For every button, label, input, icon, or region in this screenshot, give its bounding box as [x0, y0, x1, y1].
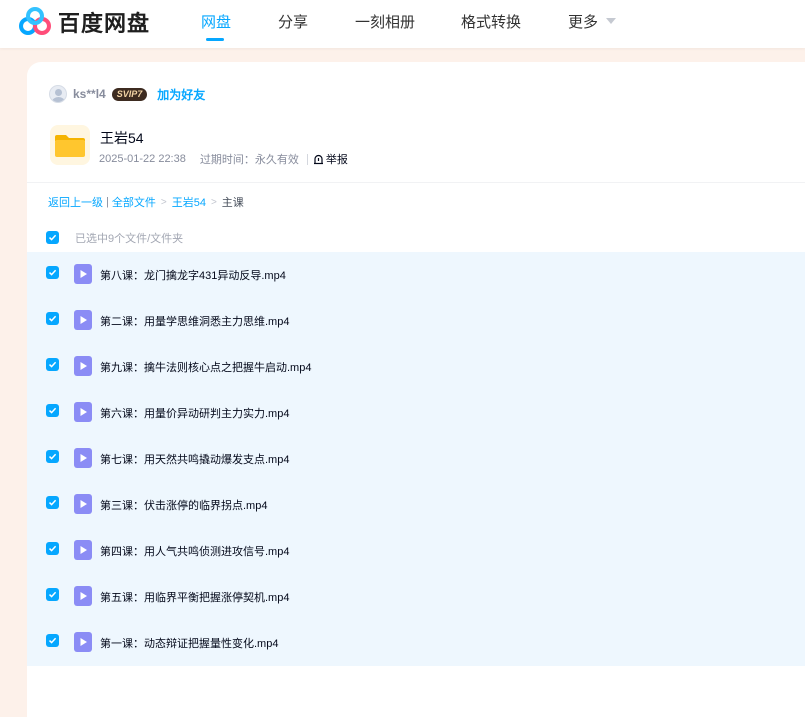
file-name[interactable]: 第九课：擒牛法则核心点之把握牛启动.mp4	[100, 359, 311, 375]
file-row[interactable]: 第七课：用天然共鸣撬动爆发支点.mp4	[27, 436, 805, 482]
breadcrumb-all-files[interactable]: 全部文件	[112, 194, 156, 210]
folder-icon	[49, 124, 91, 166]
check-icon	[48, 315, 57, 322]
video-file-icon	[74, 264, 92, 284]
file-row[interactable]: 第二课：用量学思维洞悉主力思维.mp4	[27, 298, 805, 344]
file-row[interactable]: 第四课：用人气共鸣侦测进攻信号.mp4	[27, 528, 805, 574]
file-name[interactable]: 第二课：用量学思维洞悉主力思维.mp4	[100, 313, 289, 329]
breadcrumb-folder[interactable]: 王岩54	[172, 194, 206, 210]
video-file-icon	[74, 310, 92, 330]
check-icon	[48, 499, 57, 506]
file-row[interactable]: 第九课：擒牛法则核心点之把握牛启动.mp4	[27, 344, 805, 390]
check-icon	[48, 234, 57, 241]
nav-tab-format-convert[interactable]: 格式转换	[461, 11, 521, 32]
file-checkbox[interactable]	[46, 634, 59, 647]
file-name[interactable]: 第四课：用人气共鸣侦测进攻信号.mp4	[100, 543, 289, 559]
video-file-icon	[74, 586, 92, 606]
nav-tab-album[interactable]: 一刻相册	[355, 11, 415, 32]
file-checkbox[interactable]	[46, 588, 59, 601]
check-icon	[48, 591, 57, 598]
report-label: 举报	[325, 154, 348, 166]
folder-meta: 2025-01-22 22:38 过期时间：永久有效 举报	[99, 151, 348, 167]
brand-logo[interactable]: 百度网盘	[18, 6, 150, 38]
file-checkbox[interactable]	[46, 312, 59, 325]
file-checkbox[interactable]	[46, 542, 59, 555]
nav-tab-more[interactable]: 更多	[568, 11, 598, 32]
file-checkbox[interactable]	[46, 450, 59, 463]
chevron-down-icon[interactable]	[606, 18, 616, 24]
video-file-icon	[74, 402, 92, 422]
select-all-row: 已选中9个文件/文件夹	[27, 226, 805, 248]
video-file-icon	[74, 494, 92, 514]
file-name[interactable]: 第八课：龙门擒龙字431异动反导.mp4	[100, 267, 286, 283]
sharer-info: ks**l4 SVIP7 加为好友	[49, 84, 205, 104]
breadcrumb-current: 主课	[221, 197, 244, 209]
meta-divider	[306, 153, 308, 165]
chevron-right-icon: >	[210, 196, 217, 208]
nav-tab-netdisk[interactable]: 网盘	[201, 11, 231, 32]
top-navigation: 百度网盘 网盘 分享 一刻相册 格式转换 更多	[0, 0, 805, 48]
report-link[interactable]: 举报	[313, 151, 348, 167]
sharer-username: ks**l4	[73, 87, 106, 101]
share-panel: ks**l4 SVIP7 加为好友 王岩54 2025-01-22 22:38 …	[27, 62, 805, 717]
selection-count: 已选中9个文件/文件夹	[75, 233, 184, 245]
cloud-logo-icon	[18, 7, 52, 37]
select-all-checkbox[interactable]	[46, 231, 59, 244]
avatar[interactable]	[49, 85, 67, 103]
file-row[interactable]: 第八课：龙门擒龙字431异动反导.mp4	[27, 252, 805, 298]
check-icon	[48, 361, 57, 368]
file-checkbox[interactable]	[46, 266, 59, 279]
file-row[interactable]: 第五课：用临界平衡把握涨停契机.mp4	[27, 574, 805, 620]
vip-badge: SVIP7	[111, 87, 148, 101]
check-icon	[48, 453, 57, 460]
expire-time: 过期时间：永久有效	[199, 154, 299, 166]
video-file-icon	[74, 448, 92, 468]
file-name[interactable]: 第五课：用临界平衡把握涨停契机.mp4	[100, 589, 289, 605]
file-name[interactable]: 第三课：伏击涨停的临界拐点.mp4	[100, 497, 267, 513]
add-friend-link[interactable]: 加为好友	[157, 86, 205, 103]
video-file-icon	[74, 356, 92, 376]
breadcrumb-back[interactable]: 返回上一级	[48, 194, 103, 210]
file-name[interactable]: 第六课：用量价异动研判主力实力.mp4	[100, 405, 289, 421]
breadcrumb: 返回上一级 | 全部文件 > 王岩54 > 主课	[48, 194, 244, 210]
video-file-icon	[74, 540, 92, 560]
check-icon	[48, 269, 57, 276]
nav-active-indicator	[206, 38, 224, 41]
file-row[interactable]: 第六课：用量价异动研判主力实力.mp4	[27, 390, 805, 436]
file-name[interactable]: 第一课：动态辩证把握量性变化.mp4	[100, 635, 278, 651]
folder-title: 王岩54	[100, 130, 144, 146]
video-file-icon	[74, 632, 92, 652]
chevron-right-icon: >	[160, 196, 167, 208]
file-list: 第八课：龙门擒龙字431异动反导.mp4 第二课：用量学思维洞悉主力思维.mp4 第…	[27, 252, 805, 666]
brand-name: 百度网盘	[58, 11, 151, 36]
file-row[interactable]: 第一课：动态辩证把握量性变化.mp4	[27, 620, 805, 666]
file-row[interactable]: 第三课：伏击涨停的临界拐点.mp4	[27, 482, 805, 528]
file-checkbox[interactable]	[46, 404, 59, 417]
report-icon	[313, 154, 323, 164]
breadcrumb-separator: |	[106, 196, 109, 208]
check-icon	[48, 637, 57, 644]
check-icon	[48, 407, 57, 414]
file-checkbox[interactable]	[46, 496, 59, 509]
header-divider	[27, 182, 805, 183]
file-name[interactable]: 第七课：用天然共鸣撬动爆发支点.mp4	[100, 451, 289, 467]
nav-tab-share[interactable]: 分享	[278, 11, 308, 32]
check-icon	[48, 545, 57, 552]
share-date: 2025-01-22 22:38	[99, 153, 186, 165]
file-checkbox[interactable]	[46, 358, 59, 371]
